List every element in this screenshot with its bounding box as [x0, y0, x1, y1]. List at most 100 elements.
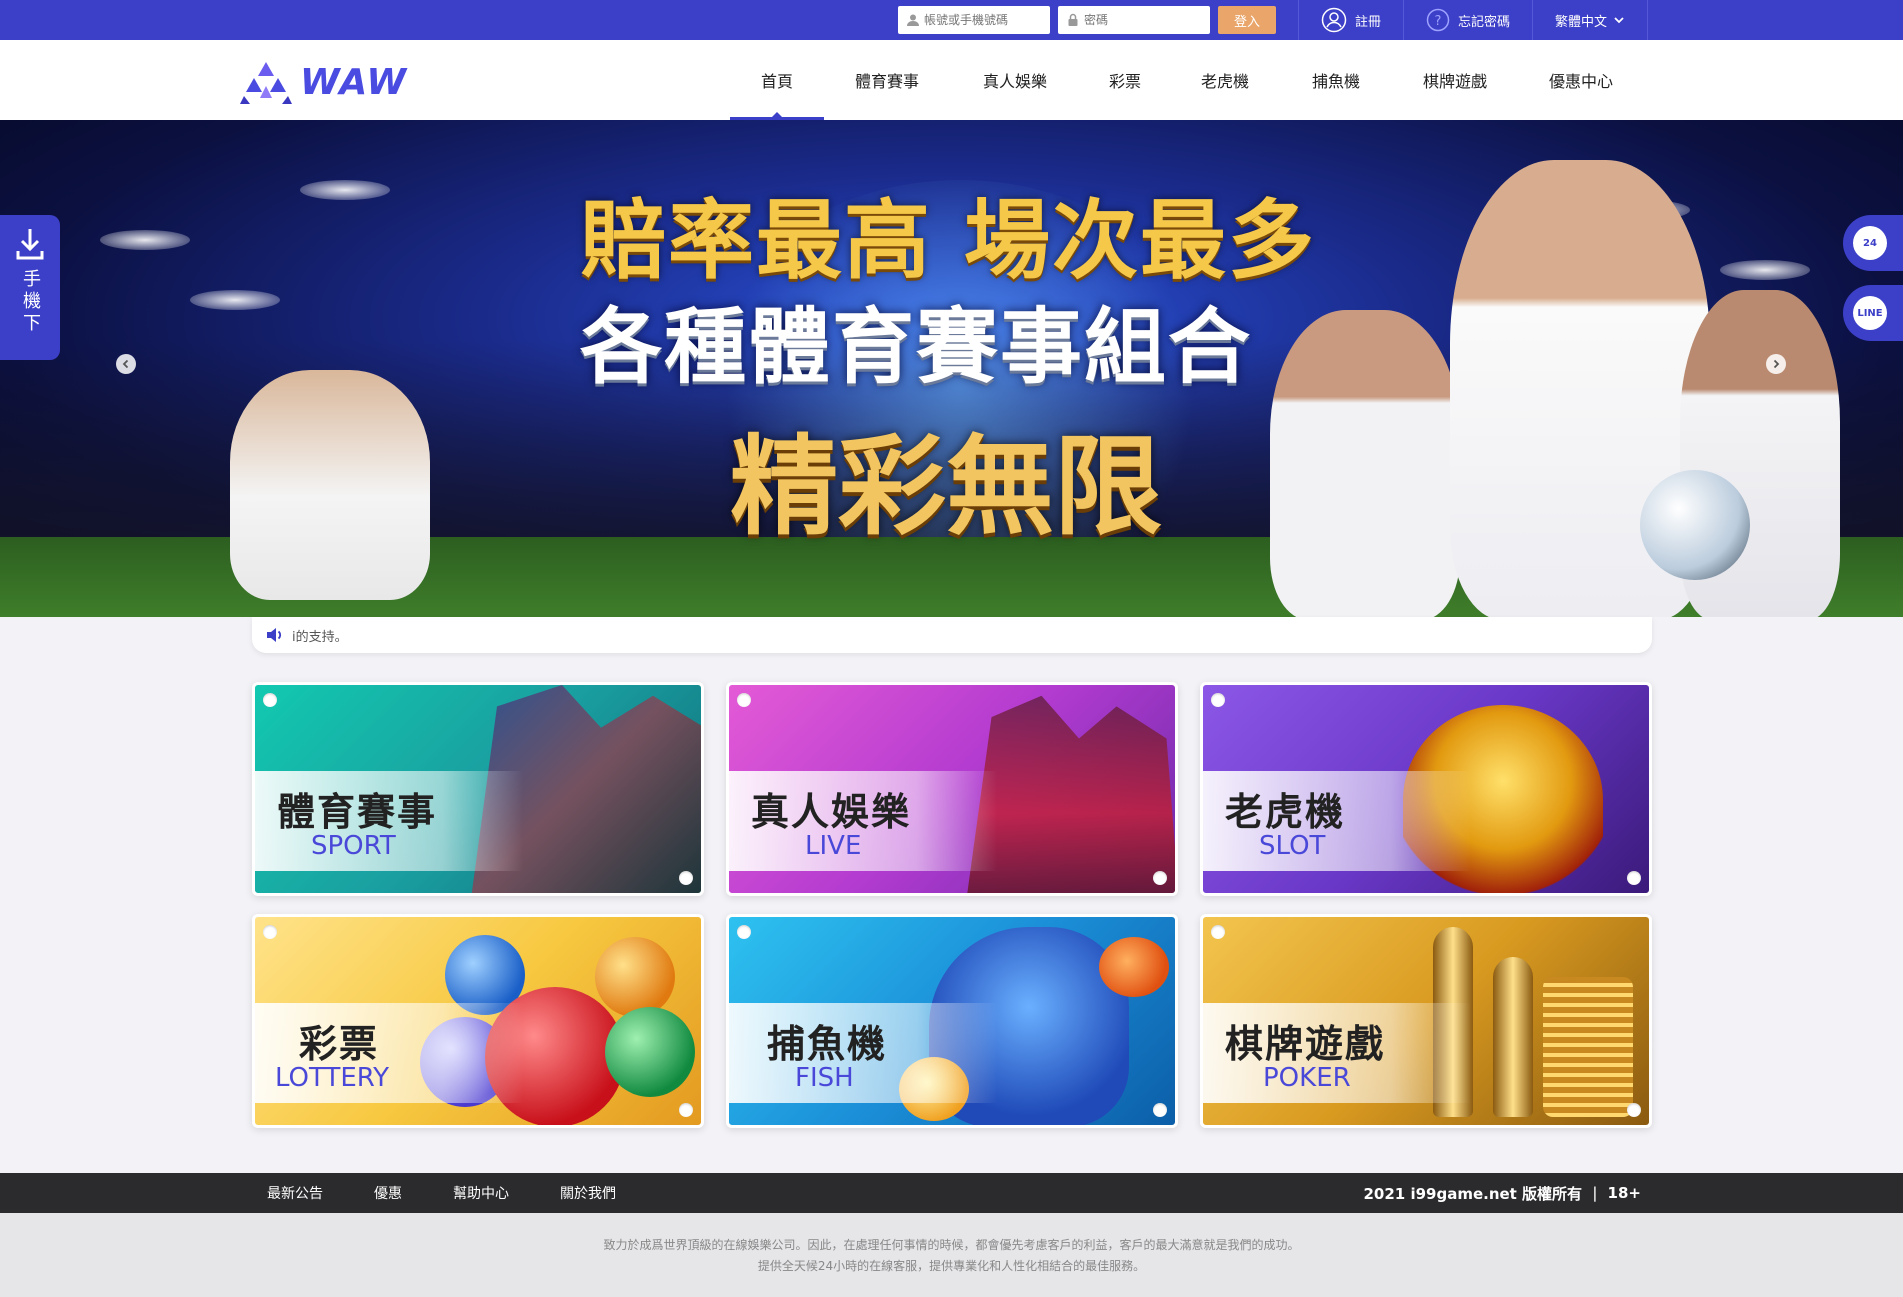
language-label: 繁體中文	[1555, 14, 1608, 30]
mobile-download-float[interactable]: 手機下	[0, 215, 60, 360]
footer-link-about[interactable]: 關於我們	[560, 1183, 616, 1203]
card-subtitle: LIVE	[805, 831, 862, 861]
card-title: 彩票	[299, 1022, 380, 1066]
announcement-text: i的支持。	[292, 629, 348, 645]
password-field[interactable]	[1058, 6, 1210, 34]
divider	[1298, 0, 1299, 40]
card-corner-dot	[263, 693, 277, 707]
logo-mark-icon	[240, 62, 292, 104]
footer-about: 致力於成爲世界頂級的在線娛樂公司。因此，在處理任何事情的時候，都會優先考慮客戶的…	[0, 1213, 1903, 1297]
card-subtitle: SPORT	[311, 831, 396, 861]
copyright: 2021 i99game.net 版權所有 | 18+	[1363, 1173, 1641, 1213]
coin-stack-artwork	[1543, 977, 1633, 1117]
footer-link-help[interactable]: 幫助中心	[453, 1183, 509, 1203]
card-slot[interactable]: 老虎機 SLOT	[1200, 682, 1652, 896]
lottery-ball-icon	[605, 1007, 695, 1097]
player-kneeling	[230, 370, 430, 600]
chess-queen-artwork	[1493, 957, 1533, 1117]
card-subtitle: LOTTERY	[275, 1063, 390, 1093]
top-login-bar: 登入 註冊 ? 忘記密碼 繁體中文	[0, 0, 1903, 40]
footer-links: 最新公告 優惠 幫助中心 關於我們	[267, 1173, 667, 1213]
announcement-marquee[interactable]: i的支持。	[252, 617, 1652, 653]
nav-home[interactable]: 首頁	[730, 40, 824, 120]
banner-prev-button[interactable]	[116, 354, 136, 374]
age-badge: 18+	[1607, 1184, 1641, 1202]
main-nav: 首頁 體育賽事 真人娛樂 彩票 老虎機 捕魚機 棋牌遊戲 優惠中心	[730, 40, 1644, 120]
banner-next-button[interactable]	[1766, 354, 1786, 374]
language-selector[interactable]: 繁體中文	[1555, 0, 1625, 40]
footer-link-news[interactable]: 最新公告	[267, 1183, 323, 1203]
card-poker[interactable]: 棋牌遊戲 POKER	[1200, 914, 1652, 1128]
password-input[interactable]	[1084, 13, 1204, 27]
card-subtitle: SLOT	[1259, 831, 1326, 861]
card-subtitle: POKER	[1263, 1063, 1351, 1093]
logo[interactable]: WAW	[240, 60, 407, 104]
svg-text:?: ?	[1435, 14, 1442, 29]
card-corner-dot	[737, 693, 751, 707]
card-subtitle: FISH	[795, 1063, 854, 1093]
account-input[interactable]	[924, 13, 1044, 27]
card-fish[interactable]: 捕魚機 FISH	[726, 914, 1178, 1128]
card-corner-dot	[1627, 1103, 1641, 1117]
forgot-password-link[interactable]: ? 忘記密碼	[1426, 0, 1510, 40]
chevron-left-icon	[122, 359, 129, 369]
footer-about-line-1: 致力於成爲世界頂級的在線娛樂公司。因此，在處理任何事情的時候，都會優先考慮客戶的…	[603, 1238, 1300, 1252]
nav-poker[interactable]: 棋牌遊戲	[1392, 40, 1518, 120]
divider	[1403, 0, 1405, 40]
nav-promotions[interactable]: 優惠中心	[1518, 40, 1644, 120]
footer-bar: 最新公告 優惠 幫助中心 關於我們 2021 i99game.net 版權所有 …	[0, 1173, 1903, 1213]
nav-sports[interactable]: 體育賽事	[824, 40, 950, 120]
account-field[interactable]	[898, 6, 1050, 34]
card-corner-dot	[1153, 871, 1167, 885]
user-icon	[907, 14, 919, 26]
nav-lottery[interactable]: 彩票	[1080, 40, 1170, 120]
lock-icon	[1068, 13, 1078, 26]
nav-slot[interactable]: 老虎機	[1170, 40, 1280, 120]
card-corner-dot	[679, 1103, 693, 1117]
card-sport[interactable]: 體育賽事 SPORT	[252, 682, 704, 896]
nav-fish[interactable]: 捕魚機	[1280, 40, 1392, 120]
card-title: 捕魚機	[767, 1022, 888, 1066]
divider	[1647, 0, 1649, 40]
line-chat-float[interactable]: LINE	[1843, 285, 1903, 341]
footer-about-line-2: 提供全天候24小時的在線客服，提供專業化和人性化相結合的最佳服務。	[757, 1259, 1146, 1273]
game-category-grid: 體育賽事 SPORT 真人娛樂 LIVE 老虎機 SLOT 彩票 LOTTERY	[252, 682, 1652, 1128]
banner-headline-1: 賠率最高 場次最多	[580, 191, 1316, 291]
card-title: 體育賽事	[277, 790, 438, 834]
card-lottery[interactable]: 彩票 LOTTERY	[252, 914, 704, 1128]
question-circle-icon: ?	[1426, 8, 1450, 32]
player-left	[1270, 310, 1460, 617]
mobile-download-label: 手機下	[20, 269, 41, 335]
card-corner-dot	[679, 871, 693, 885]
logo-text: WAW	[300, 61, 408, 103]
card-live[interactable]: 真人娛樂 LIVE	[726, 682, 1178, 896]
user-circle-icon	[1321, 7, 1347, 33]
forgot-password-label: 忘記密碼	[1458, 14, 1511, 30]
card-corner-dot	[263, 925, 277, 939]
register-label: 註冊	[1355, 14, 1382, 30]
register-link[interactable]: 註冊	[1321, 0, 1381, 40]
divider	[1532, 0, 1534, 40]
lottery-ball-icon	[595, 937, 675, 1017]
card-title: 老虎機	[1225, 790, 1346, 834]
fish-artwork	[1099, 937, 1169, 997]
card-title: 真人娛樂	[751, 790, 912, 834]
card-corner-dot	[1153, 1103, 1167, 1117]
hero-banner[interactable]: 賠率最高 場次最多 各種體育賽事組合 精彩無限	[0, 120, 1903, 617]
stadium-light	[100, 230, 190, 250]
card-corner-dot	[1627, 871, 1641, 885]
card-corner-dot	[1211, 925, 1225, 939]
banner-headline-2: 各種體育賽事組合	[580, 300, 1253, 395]
chevron-right-icon	[1773, 359, 1780, 369]
footer-link-promotions[interactable]: 優惠	[374, 1183, 402, 1203]
login-button[interactable]: 登入	[1218, 6, 1276, 34]
phone-24-icon: 24	[1853, 226, 1887, 260]
banner-headline-3: 精彩無限	[730, 425, 1163, 550]
soccer-ball	[1640, 470, 1750, 580]
stadium-light	[190, 290, 280, 310]
nav-live[interactable]: 真人娛樂	[950, 40, 1080, 120]
support-24h-float[interactable]: 24	[1843, 215, 1903, 271]
divider: |	[1592, 1184, 1598, 1202]
card-title: 棋牌遊戲	[1225, 1022, 1386, 1066]
card-corner-dot	[737, 925, 751, 939]
